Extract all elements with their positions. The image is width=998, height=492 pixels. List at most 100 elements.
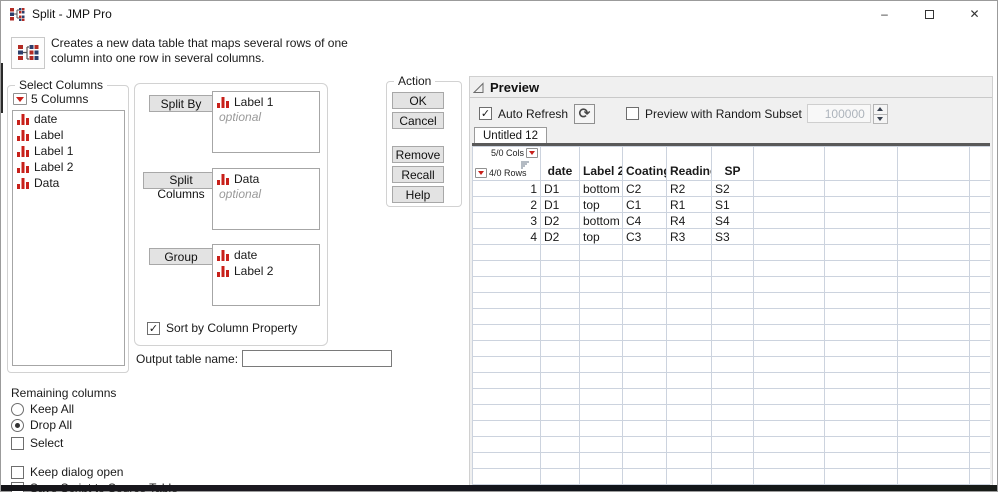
- list-item[interactable]: date: [13, 111, 124, 127]
- help-button[interactable]: Help: [392, 186, 444, 203]
- refresh-button[interactable]: ⟳: [574, 103, 596, 124]
- row-number: 4: [472, 228, 541, 245]
- random-subset-checkbox[interactable]: [626, 107, 640, 120]
- cast-columns-group: Split By Label 1 optional Split Columns …: [134, 83, 328, 346]
- rows-count-badge: 4/0 Rows: [489, 168, 527, 178]
- empty-table-row: [472, 308, 990, 325]
- row-number: 1: [472, 180, 541, 197]
- checkbox-unchecked-icon[interactable]: [11, 465, 24, 479]
- select-columns-group: Select Columns 5 Columns date Label Labe…: [7, 78, 129, 373]
- cell: D1: [540, 196, 580, 213]
- red-triangle-icon[interactable]: [13, 93, 27, 105]
- taskbar-sliver: [1, 485, 997, 491]
- close-button[interactable]: ✕: [952, 1, 997, 27]
- empty-table-row: [472, 340, 990, 357]
- histogram-icon: [17, 130, 29, 141]
- columns-red-triangle-icon[interactable]: [526, 148, 538, 158]
- row-number: 2: [472, 196, 541, 213]
- disclosure-triangle-icon[interactable]: [473, 81, 485, 94]
- cell: bottom: [579, 212, 623, 229]
- output-table-name-input[interactable]: [242, 350, 393, 367]
- cell: top: [579, 228, 623, 245]
- empty-column-header: [897, 146, 970, 181]
- action-label: Action: [394, 74, 436, 88]
- empty-column-header: [824, 146, 898, 181]
- empty-table-row: [472, 388, 990, 405]
- cell: R2: [666, 180, 712, 197]
- table-row: 3 D2 bottom C4 R4 S4: [472, 212, 990, 229]
- background-window-sliver: [1, 63, 3, 113]
- cell: R1: [666, 196, 712, 213]
- spinner-up-button[interactable]: [872, 103, 888, 114]
- empty-table-row: [472, 324, 990, 341]
- table-corner-cell: 5/0 Cols 4/0 Rows: [472, 146, 541, 181]
- cancel-button[interactable]: Cancel: [392, 112, 444, 129]
- empty-table-row: [472, 244, 990, 261]
- cell: D2: [540, 228, 580, 245]
- columns-menu[interactable]: 5 Columns: [13, 92, 88, 106]
- spinner-down-button[interactable]: [872, 113, 888, 124]
- keep-dialog-open-checkbox[interactable]: Keep dialog open: [11, 465, 178, 479]
- list-item[interactable]: Label 2: [13, 159, 124, 175]
- auto-refresh-label: Auto Refresh: [498, 106, 569, 121]
- split-illustration-icon: [11, 37, 45, 69]
- preview-title[interactable]: Preview: [490, 80, 539, 95]
- list-item[interactable]: Label 1: [217, 94, 319, 110]
- list-item[interactable]: Data: [217, 171, 319, 187]
- cell: D2: [540, 212, 580, 229]
- column-header[interactable]: Coating: [622, 146, 667, 181]
- keep-all-radio[interactable]: Keep All: [11, 402, 178, 416]
- dialog-description: Creates a new data table that maps sever…: [51, 36, 348, 65]
- histogram-icon: [17, 114, 29, 125]
- cell: S4: [711, 212, 754, 229]
- histogram-icon: [17, 146, 29, 157]
- ok-button[interactable]: OK: [392, 92, 444, 109]
- cell: C3: [622, 228, 667, 245]
- radio-selected-icon[interactable]: [11, 418, 24, 432]
- list-item[interactable]: Label 2: [217, 263, 319, 279]
- checkbox-checked-icon[interactable]: ✓: [147, 321, 160, 335]
- checkbox-unchecked-icon[interactable]: [11, 436, 24, 450]
- cell: D1: [540, 180, 580, 197]
- column-header[interactable]: date: [540, 146, 580, 181]
- remove-button[interactable]: Remove: [392, 146, 444, 163]
- split-by-list[interactable]: Label 1 optional: [212, 91, 320, 153]
- maximize-button[interactable]: [907, 1, 952, 27]
- list-item[interactable]: Label 1: [13, 143, 124, 159]
- histogram-icon: [217, 174, 229, 185]
- minimize-button[interactable]: –: [862, 1, 907, 27]
- empty-table-row: [472, 276, 990, 293]
- recall-button[interactable]: Recall: [392, 166, 444, 183]
- cell: S1: [711, 196, 754, 213]
- random-subset-label: Preview with Random Subset: [645, 106, 802, 121]
- arrow-down-icon: [877, 116, 884, 121]
- app-split-icon: [10, 8, 25, 21]
- split-by-button[interactable]: Split By: [149, 95, 213, 112]
- empty-column-header: [753, 146, 825, 181]
- sort-by-column-property-checkbox[interactable]: ✓ Sort by Column Property: [147, 321, 297, 335]
- cell: R3: [666, 228, 712, 245]
- table-row: 4 D2 top C3 R3 S3: [472, 228, 990, 245]
- output-table-name-label: Output table name:: [136, 351, 239, 366]
- list-item[interactable]: Data: [13, 175, 124, 191]
- group-button[interactable]: Group: [149, 248, 213, 265]
- radio-unselected-icon[interactable]: [11, 402, 24, 416]
- list-item[interactable]: date: [217, 247, 319, 263]
- drop-all-radio[interactable]: Drop All: [11, 418, 178, 432]
- source-columns-list[interactable]: date Label Label 1 Label 2 Data: [12, 110, 125, 366]
- split-columns-list[interactable]: Data optional: [212, 168, 320, 230]
- column-header[interactable]: Reading: [666, 146, 712, 181]
- column-header[interactable]: SP: [711, 146, 754, 181]
- rows-red-triangle-icon[interactable]: [475, 168, 487, 178]
- split-columns-button[interactable]: Split Columns: [143, 172, 219, 201]
- subset-size-input[interactable]: [806, 104, 871, 123]
- cell: S2: [711, 180, 754, 197]
- empty-table-row: [472, 452, 990, 469]
- refresh-icon: ⟳: [578, 105, 591, 121]
- list-item[interactable]: Label: [13, 127, 124, 143]
- auto-refresh-checkbox[interactable]: ✓: [479, 107, 492, 120]
- histogram-icon: [17, 162, 29, 173]
- group-list[interactable]: date Label 2: [212, 244, 320, 306]
- select-checkbox[interactable]: Select: [11, 436, 178, 450]
- column-header[interactable]: Label 2: [579, 146, 623, 181]
